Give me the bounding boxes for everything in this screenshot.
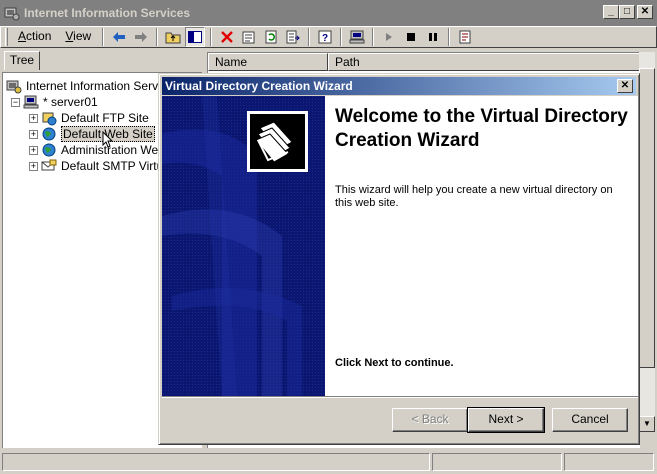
expand-icon[interactable]: + [29,113,38,123]
column-header-path[interactable]: Path [328,53,640,71]
cancel-button[interactable]: Cancel [552,408,628,432]
script-icon[interactable] [455,27,475,47]
menu-action-label: ction [26,29,52,43]
ftp-site-icon [42,112,57,126]
scrollbar-thumb[interactable] [639,68,655,368]
tree-item-ftp[interactable]: + Default FTP Site [29,110,149,126]
toolbar-separator [308,28,311,46]
toolbar-separator [340,28,343,46]
next-button[interactable]: Next > [467,407,545,433]
wizard-titlebar[interactable]: Virtual Directory Creation Wizard ✕ [162,77,636,95]
close-icon: ✕ [640,6,650,17]
tree-item-label: Default FTP Site [61,111,149,125]
wizard-description: This wizard will help you create a new v… [335,184,613,209]
iis-root-icon [6,80,22,94]
show-hide-tree-icon[interactable] [185,27,206,47]
wizard-side-banner [162,96,325,396]
menu-view[interactable]: View [58,27,98,47]
toolbar-separator [372,28,375,46]
web-site-icon [42,127,56,141]
toolbar-grip[interactable] [5,28,8,46]
wizard-content: Welcome to the Virtual Directory Creatio… [325,96,638,396]
forward-arrow-icon[interactable] [131,27,151,47]
server-icon [23,95,39,109]
maximize-button[interactable]: □ [619,5,635,19]
iis-app-icon [4,7,20,21]
help-icon[interactable]: ? [315,27,335,47]
scroll-down-icon: ▼ [643,419,651,428]
toolbar-separator [102,28,105,46]
main-window-titlebar[interactable]: Internet Information Services _ □ ✕ [0,0,657,26]
tree-item-smtp[interactable]: + Default SMTP Virtu [29,158,163,174]
wizard-footer-divider [162,396,638,398]
back-arrow-icon[interactable] [109,27,129,47]
menu-view-accel: V [65,29,74,43]
web-site-icon [42,143,56,157]
window-title: Internet Information Services [24,6,191,20]
expand-icon[interactable]: + [29,129,38,139]
export-list-icon[interactable] [283,27,303,47]
close-icon: ✕ [620,80,630,91]
tree-server-label: * server01 [43,95,98,109]
tree-item-label: Default SMTP Virtu [61,159,164,173]
wizard-heading: Welcome to the Virtual Directory Creatio… [335,106,628,151]
delete-icon[interactable] [217,27,237,47]
minimize-button[interactable]: _ [603,5,619,19]
refresh-icon[interactable] [261,27,281,47]
tree-server[interactable]: − * server01 [11,94,98,110]
status-panel-main [2,453,430,471]
svg-text:?: ? [322,33,328,44]
collapse-icon[interactable]: − [11,97,20,107]
vertical-scrollbar[interactable]: ▼ [639,52,655,432]
column-header-name[interactable]: Name [208,53,328,71]
smtp-site-icon [41,159,57,171]
menu-action[interactable]: Action [11,27,58,47]
wizard-continue-text: Click Next to continue. [335,357,454,369]
virtual-directory-wizard-dialog: Virtual Directory Creation Wizard ✕ Welc… [158,73,640,445]
expand-icon[interactable]: + [29,161,38,171]
tab-tree[interactable]: Tree [4,51,40,70]
mouse-cursor-icon [102,131,113,148]
back-button[interactable]: < Back [392,408,468,432]
properties-icon[interactable] [239,27,259,47]
wizard-close-button[interactable]: ✕ [617,79,633,93]
scroll-down-button[interactable]: ▼ [639,416,655,432]
tree-item-admin-web[interactable]: + Administration Web [29,142,165,158]
maximize-icon: □ [623,6,631,17]
up-folder-icon[interactable] [163,27,183,47]
wizard-banner-graphic [162,96,325,396]
status-panel-2 [432,453,562,471]
menu-action-accel: A [18,29,27,43]
toolbar-separator [210,28,213,46]
folders-icon [247,111,308,172]
minimize-icon: _ [608,6,614,17]
toolbar-separator [156,28,159,46]
pause-icon[interactable] [423,27,443,47]
start-icon[interactable] [379,27,399,47]
status-bar [0,451,657,474]
tree-item-default-web-site[interactable]: + Default Web Site [29,126,155,142]
expand-icon[interactable]: + [29,145,38,155]
toolbar: Action View ? [0,26,657,48]
menu-view-label: iew [73,29,92,43]
status-panel-3 [564,453,654,471]
close-button[interactable]: ✕ [637,5,653,19]
toolbar-separator [448,28,451,46]
computer-icon[interactable] [347,27,367,47]
tree-root[interactable]: Internet Information Services [6,78,179,94]
wizard-title: Virtual Directory Creation Wizard [165,79,353,93]
tree-root-label: Internet Information Services [26,79,180,93]
stop-icon[interactable] [401,27,421,47]
